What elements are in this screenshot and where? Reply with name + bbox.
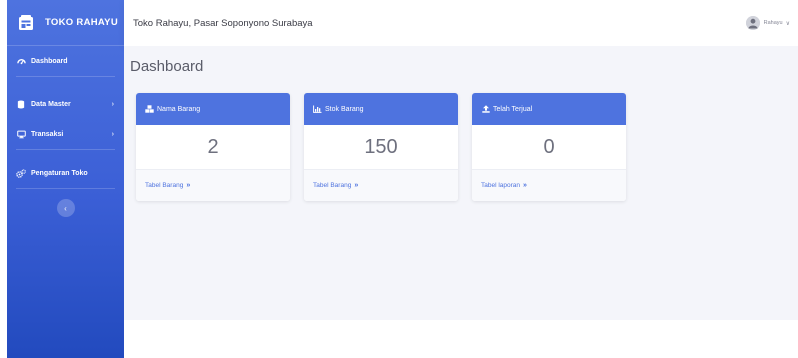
store-logo-icon — [17, 14, 35, 32]
chart-bar-icon — [313, 105, 322, 114]
card-header: Nama Barang — [136, 93, 290, 125]
tabel-barang-link[interactable]: Tabel Barang » — [304, 170, 458, 201]
user-dropdown[interactable]: Rahayu ∨ — [745, 0, 790, 46]
chevron-right-icon: › — [111, 100, 114, 108]
database-icon — [16, 99, 26, 109]
sidebar-item-label: Data Master — [31, 100, 71, 108]
page-title: Dashboard — [130, 58, 204, 75]
card-link-label: Tabel laporan — [481, 182, 521, 189]
sidebar-item-label: Dashboard — [31, 57, 68, 65]
card-stok-barang: Stok Barang 150 Tabel Barang » — [304, 93, 458, 201]
sidebar-toggle-button[interactable]: ‹ — [56, 199, 75, 217]
card-telah-terjual: Telah Terjual 0 Tabel laporan » — [472, 93, 626, 201]
cubes-icon — [145, 105, 154, 114]
card-header: Telah Terjual — [472, 93, 626, 125]
sidebar: TOKO RAHAYU Dashboard Data Master › Tran… — [7, 0, 124, 358]
topbar: Toko Rahayu, Pasar Soponyono Surabaya Ra… — [124, 0, 798, 46]
sidebar-item-label: Transaksi — [31, 130, 64, 138]
angle-double-right-icon: » — [523, 182, 527, 189]
angle-double-right-icon: » — [354, 182, 359, 189]
card-nama-barang: Nama Barang 2 Tabel Barang » — [136, 93, 290, 201]
user-name: Rahayu — [763, 20, 783, 26]
card-value: 150 — [304, 125, 458, 170]
avatar — [745, 16, 760, 30]
tachometer-icon — [16, 56, 26, 66]
tabel-barang-link[interactable]: Tabel Barang » — [136, 170, 290, 201]
main-content: Dashboard Nama Barang 2 Tabel Barang » S… — [124, 46, 798, 320]
sidebar-item-label: Pengaturan Toko — [31, 169, 88, 177]
store-address-title: Toko Rahayu, Pasar Soponyono Surabaya — [133, 17, 313, 29]
sidebar-item-data-master[interactable]: Data Master › — [7, 89, 124, 119]
chevron-right-icon: › — [111, 130, 114, 138]
card-value: 0 — [472, 125, 626, 170]
card-value: 2 — [136, 125, 290, 170]
card-title: Nama Barang — [157, 105, 201, 113]
brand-name: TOKO RAHAYU — [45, 17, 118, 28]
card-header: Stok Barang — [304, 93, 458, 125]
card-link-label: Tabel Barang — [313, 182, 352, 189]
sidebar-item-transaksi[interactable]: Transaksi › — [7, 119, 124, 149]
desktop-icon — [16, 129, 26, 139]
sidebar-item-dashboard[interactable]: Dashboard — [7, 46, 124, 76]
card-title: Telah Terjual — [493, 105, 533, 113]
cogs-icon — [16, 168, 26, 178]
card-link-label: Tabel Barang — [145, 182, 184, 189]
chevron-down-icon: ∨ — [785, 20, 790, 27]
upload-icon — [481, 105, 490, 114]
sidebar-brand[interactable]: TOKO RAHAYU — [7, 0, 124, 46]
angle-double-right-icon: » — [186, 182, 191, 189]
card-title: Stok Barang — [325, 105, 364, 113]
tabel-laporan-link[interactable]: Tabel laporan » — [472, 170, 626, 201]
sidebar-divider — [16, 188, 115, 189]
sidebar-item-pengaturan-toko[interactable]: Pengaturan Toko — [7, 158, 124, 188]
